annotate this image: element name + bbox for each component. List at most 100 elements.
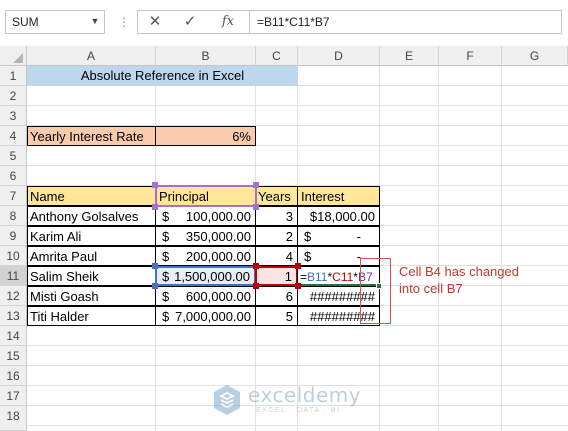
resize-handle[interactable] — [253, 182, 259, 188]
resize-handle[interactable] — [152, 182, 158, 188]
row-header-15[interactable]: 15 — [0, 346, 27, 366]
row-header-18[interactable]: 18 — [0, 406, 27, 431]
row-header-6[interactable]: 6 — [0, 166, 27, 186]
column-header-a[interactable]: A — [27, 46, 156, 66]
principal-text: 1,500,000.00 — [174, 269, 250, 284]
rate-value-cell[interactable]: 6% — [155, 126, 256, 146]
table-row-principal-cell-referenced[interactable]: $1,500,000.00 — [155, 266, 256, 286]
row-header-2[interactable]: 2 — [0, 86, 27, 106]
column-header-b[interactable]: B — [156, 46, 256, 66]
row-header-8[interactable]: 8 — [0, 206, 27, 226]
insert-function-icon[interactable]: fx — [214, 11, 242, 33]
select-all-icon — [13, 53, 23, 63]
principal-text: 7,000,000.00 — [175, 309, 251, 324]
table-row-years-cell[interactable]: 3 — [255, 206, 298, 226]
name-text: Karim Ali — [30, 229, 82, 244]
watermark-tagline: EXCEL · DATA · BI — [256, 407, 341, 414]
row-header-1[interactable]: 1 — [0, 66, 27, 86]
resize-handle[interactable] — [152, 204, 158, 210]
table-row-name-cell[interactable]: Titi Halder — [27, 306, 156, 326]
currency-symbol: $ — [162, 229, 170, 244]
formula-bar: SUM ▼ ⋮ ✕ ✓ fx =B11*C11*B7 — [0, 0, 568, 46]
table-row-principal-cell[interactable]: $350,000.00 — [155, 226, 256, 246]
table-row-name-cell[interactable]: Anthony Golsalves — [27, 206, 156, 226]
table-row-years-cell[interactable]: 4 — [255, 246, 298, 266]
sheet-title-cell[interactable]: Absolute Reference in Excel — [27, 66, 298, 86]
resize-handle[interactable] — [295, 263, 301, 269]
reference-highlight-b7 — [155, 185, 257, 207]
name-text: Anthony Golsalves — [30, 209, 139, 224]
row-header-14[interactable]: 14 — [0, 326, 27, 346]
annotation-text: Cell B4 has changed into cell B7 — [399, 264, 519, 296]
row-header-17[interactable]: 17 — [0, 386, 27, 406]
interest-text: - — [356, 229, 361, 244]
name-text: Titi Halder — [30, 309, 89, 324]
years-text: 6 — [285, 289, 293, 304]
name-text: Amrita Paul — [30, 249, 98, 264]
table-row-name-cell[interactable]: Misti Goash — [27, 286, 156, 306]
table-row-years-cell[interactable]: 6 — [255, 286, 298, 306]
years-text: 4 — [285, 249, 293, 264]
formula-ref-b11: B11 — [307, 270, 328, 284]
formula-input[interactable]: =B11*C11*B7 — [249, 10, 562, 34]
row-header-5[interactable]: 5 — [0, 146, 27, 166]
formula-ref-c11: C11 — [332, 270, 354, 284]
table-row-interest-cell[interactable]: $ - — [297, 226, 380, 246]
formula-eq: = — [300, 270, 308, 284]
principal-text: 600,000.00 — [185, 289, 251, 304]
row-header-10[interactable]: 10 — [0, 246, 27, 266]
header-interest-cell[interactable]: Interest — [297, 186, 380, 206]
column-header-f[interactable]: F — [439, 46, 502, 66]
table-row-principal-cell[interactable]: $100,000.00 — [155, 206, 256, 226]
row-header-12[interactable]: 12 — [0, 286, 27, 306]
table-row-years-cell[interactable]: 5 — [255, 306, 298, 326]
table-row-principal-cell[interactable]: $600,000.00 — [155, 286, 256, 306]
currency-symbol: $ — [304, 229, 312, 244]
formula-buttons: ✕ ✓ fx — [137, 10, 250, 34]
sheet-title: Absolute Reference in Excel — [80, 68, 245, 83]
chevron-down-icon[interactable]: ▼ — [88, 11, 102, 31]
enter-icon[interactable]: ✓ — [176, 11, 204, 33]
header-years-cell[interactable]: Years — [255, 186, 298, 206]
cancel-icon[interactable]: ✕ — [141, 11, 169, 33]
rate-label-cell[interactable]: Yearly Interest Rate — [27, 126, 156, 146]
table-row-name-cell[interactable]: Karim Ali — [27, 226, 156, 246]
column-header-g[interactable]: G — [502, 46, 568, 66]
name-box-value: SUM — [12, 15, 39, 29]
column-header-d[interactable]: D — [298, 46, 380, 66]
header-interest: Interest — [301, 189, 345, 204]
resize-handle[interactable] — [253, 263, 259, 269]
resize-handle[interactable] — [295, 283, 301, 289]
currency-symbol: $ — [162, 249, 170, 264]
years-text: 3 — [285, 209, 293, 224]
currency-symbol: $ — [162, 269, 170, 284]
rate-value: 6% — [232, 129, 251, 144]
row-header-9[interactable]: 9 — [0, 226, 27, 246]
resize-handle[interactable] — [253, 204, 259, 210]
table-row-years-cell-referenced[interactable]: 1 — [255, 266, 298, 286]
row-header-13[interactable]: 13 — [0, 306, 27, 326]
row-header-4[interactable]: 4 — [0, 126, 27, 146]
row-header-11[interactable]: 11 — [0, 266, 27, 286]
row-header-7[interactable]: 7 — [0, 186, 27, 206]
name-text: Misti Goash — [30, 289, 99, 304]
table-row-principal-cell[interactable]: $200,000.00 — [155, 246, 256, 266]
currency-symbol: $ — [162, 289, 170, 304]
table-row-interest-cell[interactable]: $18,000.00 — [297, 206, 380, 226]
table-row-name-cell[interactable]: Salim Sheik — [27, 266, 156, 286]
row-header-3[interactable]: 3 — [0, 106, 27, 126]
header-name-cell[interactable]: Name — [27, 186, 156, 206]
resize-handle[interactable] — [253, 283, 259, 289]
name-text: Salim Sheik — [30, 269, 99, 284]
table-row-principal-cell[interactable]: $7,000,000.00 — [155, 306, 256, 326]
column-header-c[interactable]: C — [256, 46, 298, 66]
annotation-highlight-box — [360, 258, 391, 324]
resize-handle[interactable] — [152, 283, 158, 289]
column-header-e[interactable]: E — [380, 46, 439, 66]
table-row-name-cell[interactable]: Amrita Paul — [27, 246, 156, 266]
row-header-16[interactable]: 16 — [0, 366, 27, 386]
table-row-years-cell[interactable]: 2 — [255, 226, 298, 246]
years-text: 5 — [285, 309, 293, 324]
resize-handle[interactable] — [152, 263, 158, 269]
exceldemy-watermark: exceldemy EXCEL · DATA · BI — [210, 383, 370, 417]
